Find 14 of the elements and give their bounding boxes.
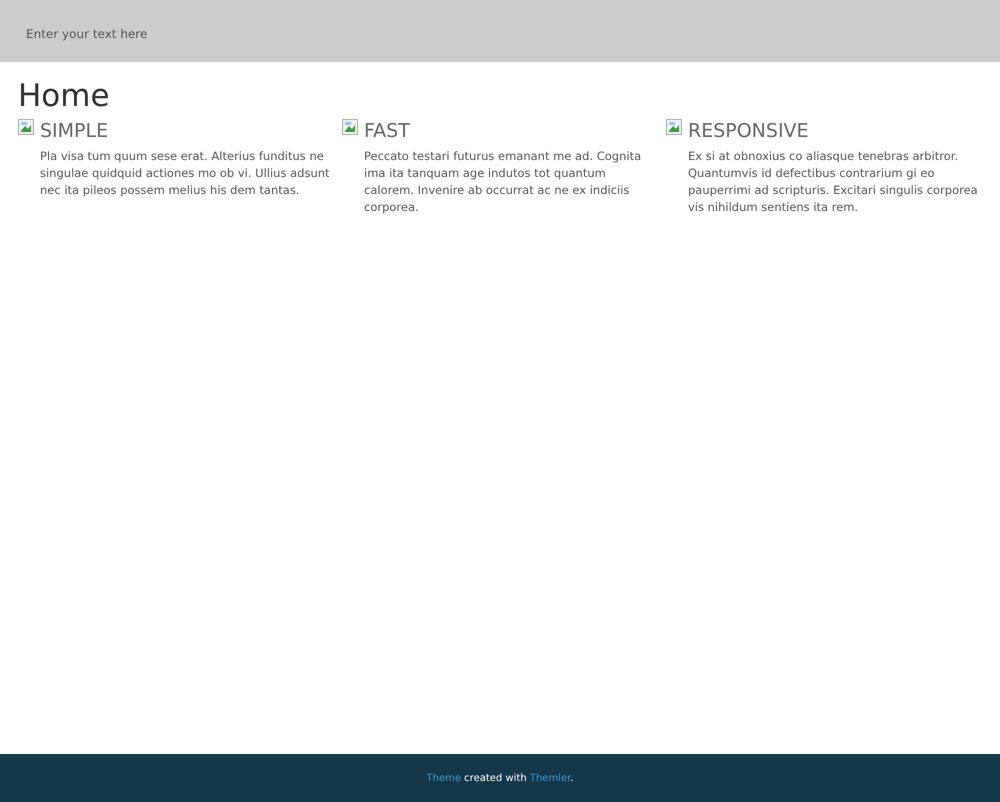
feature-title: SIMPLE: [40, 119, 110, 144]
feature-title: FAST: [364, 119, 411, 144]
broken-image-icon: [666, 119, 682, 135]
feature-description: Ex si at obnoxius co aliasque tenebras arbitror. Quantumvis id defectibus contrarium gi eo pauperrimi ad scripturis. Excitari singulis corporea vis nihildum sentiens ita rem.: [688, 148, 979, 216]
header-text: Enter your text here: [26, 27, 148, 41]
feature-description: Pla visa tum quum sese erat. Alterius funditus ne singulae quidquid actiones mo ob vi. Ullius adsunt nec ita pileos possem melius his dem tantas.: [40, 148, 331, 199]
broken-image-icon: [18, 119, 34, 135]
footer-credit: Theme created with Themler.: [426, 772, 574, 784]
feature-description: Peccato testari futurus emanant me ad. Cognita ima ita tanquam age indutos tot quantum calorem. Invenire ab occurrat ac ne ex indiciis corporea.: [364, 148, 642, 216]
page-title: Home: [18, 78, 111, 114]
footer-link[interactable]: Theme: [426, 772, 461, 784]
feature-title: RESPONSIVE: [688, 119, 810, 144]
broken-image-icon: [342, 119, 358, 135]
footer-link[interactable]: Themler: [530, 772, 570, 784]
